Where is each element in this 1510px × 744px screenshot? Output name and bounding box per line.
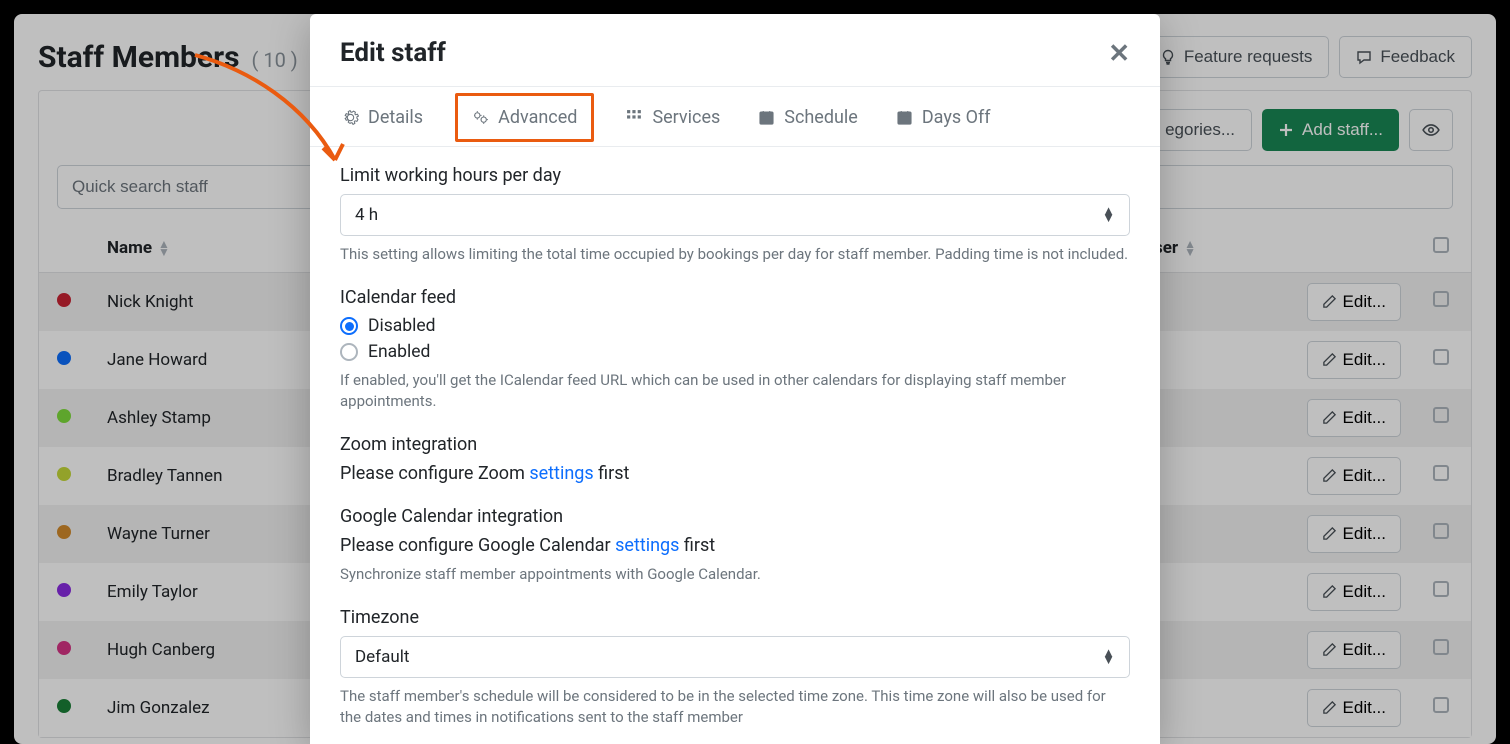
gears-icon: [472, 109, 489, 126]
icalendar-enabled-radio[interactable]: Enabled: [340, 342, 1130, 362]
timezone-help: The staff member's schedule will be cons…: [340, 686, 1130, 728]
icalendar-disabled-radio[interactable]: Disabled: [340, 316, 1130, 336]
calendar-icon: [758, 109, 775, 126]
tab-advanced[interactable]: Advanced: [455, 93, 594, 142]
tab-services[interactable]: Services: [624, 103, 722, 132]
timezone-select[interactable]: Default ▲▼: [340, 636, 1130, 678]
zoom-label: Zoom integration: [340, 434, 1130, 455]
gcal-help: Synchronize staff member appointments wi…: [340, 564, 1130, 585]
zoom-config-text: Please configure Zoom settings first: [340, 463, 1130, 484]
close-icon: ✕: [1108, 38, 1130, 68]
zoom-settings-link[interactable]: settings: [529, 463, 593, 484]
grid-icon: [626, 109, 643, 126]
chevron-updown-icon: ▲▼: [1102, 650, 1115, 664]
chevron-updown-icon: ▲▼: [1102, 208, 1115, 222]
radio-unchecked-icon: [340, 343, 358, 361]
close-button[interactable]: ✕: [1108, 40, 1130, 66]
limit-hours-select[interactable]: 4 h ▲▼: [340, 194, 1130, 236]
icalendar-help: If enabled, you'll get the ICalendar fee…: [340, 370, 1130, 412]
modal-title: Edit staff: [340, 38, 446, 68]
calendar-blank-icon: [896, 109, 913, 126]
modal-tabs: Details Advanced Services Schedule Days …: [310, 87, 1160, 147]
edit-staff-modal: Edit staff ✕ Details Advanced Services S…: [310, 14, 1160, 744]
gcal-settings-link[interactable]: settings: [615, 535, 679, 556]
gear-icon: [342, 109, 359, 126]
gcal-label: Google Calendar integration: [340, 506, 1130, 527]
timezone-label: Timezone: [340, 607, 1130, 628]
gcal-config-text: Please configure Google Calendar setting…: [340, 535, 1130, 556]
icalendar-label: ICalendar feed: [340, 287, 1130, 308]
limit-hours-label: Limit working hours per day: [340, 165, 1130, 186]
limit-hours-help: This setting allows limiting the total t…: [340, 244, 1130, 265]
radio-checked-icon: [340, 317, 358, 335]
tab-schedule[interactable]: Schedule: [756, 103, 860, 132]
tab-details[interactable]: Details: [340, 103, 425, 132]
tab-daysoff[interactable]: Days Off: [894, 103, 993, 132]
